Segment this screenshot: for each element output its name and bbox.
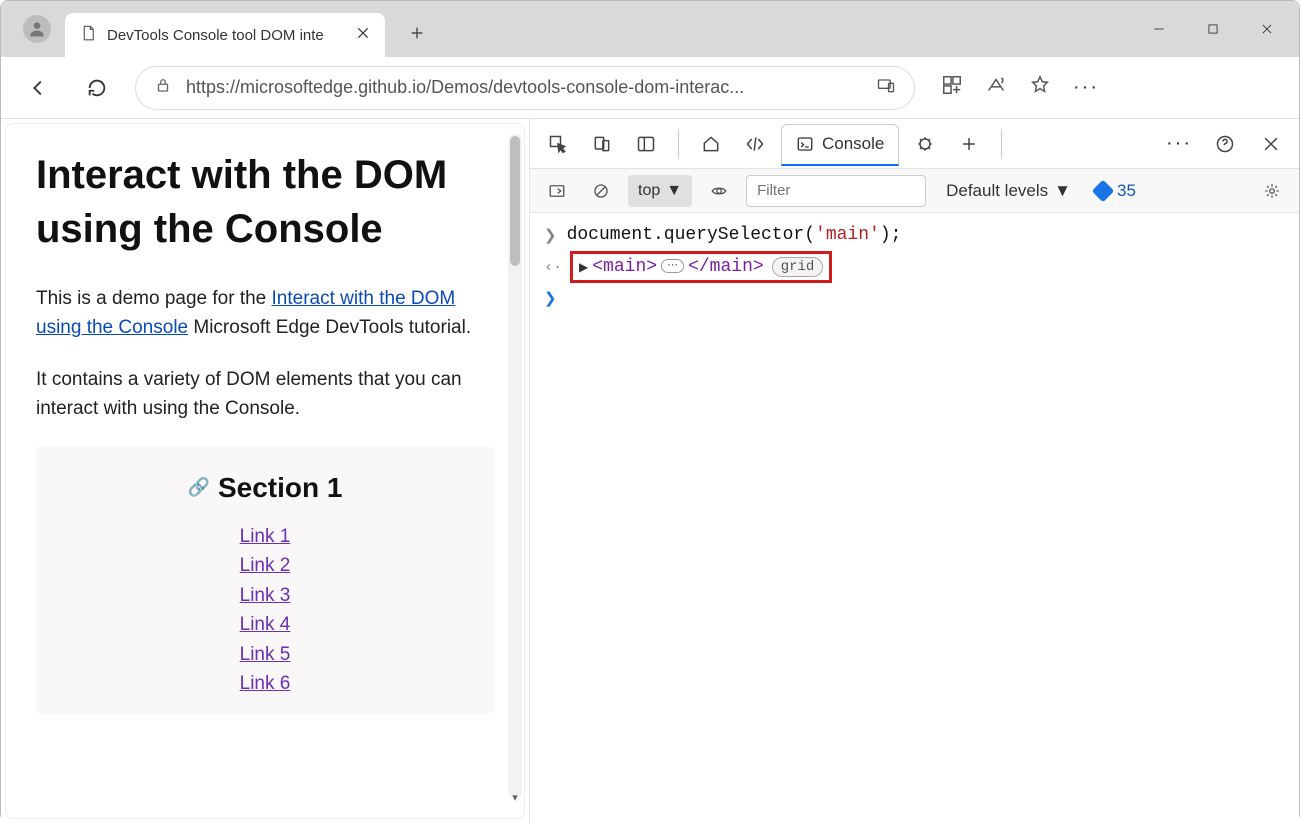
link-list: Link 1 Link 2 Link 3 Link 4 Link 5 Link … <box>76 522 454 699</box>
ellipsis-pill[interactable]: ⋯ <box>661 259 684 273</box>
tab-title: DevTools Console tool DOM inte <box>107 27 345 44</box>
context-label: top <box>638 182 660 200</box>
device-icon[interactable] <box>876 75 896 100</box>
profile-avatar[interactable] <box>23 15 51 43</box>
code-text: document.querySelector('main'); <box>567 225 902 245</box>
scroll-down-arrow[interactable]: ▾ <box>508 790 522 804</box>
devtools-tabbar: Console ··· <box>530 119 1299 169</box>
dock-side-button[interactable] <box>628 126 664 162</box>
devtools-panel: Console ··· top ▼ Default levels ▼ <box>529 119 1299 823</box>
issues-tab[interactable] <box>907 126 943 162</box>
console-messages[interactable]: ❯ document.querySelector('main'); ‹· ▶ <… <box>530 213 1299 320</box>
minimize-button[interactable] <box>1147 17 1171 41</box>
address-input[interactable]: https://microsoftedge.github.io/Demos/de… <box>135 66 915 110</box>
chevron-down-icon: ▼ <box>666 182 682 200</box>
levels-label: Default levels <box>946 181 1048 201</box>
console-tab[interactable]: Console <box>781 124 899 166</box>
device-toggle-button[interactable] <box>584 126 620 162</box>
lock-icon <box>154 76 172 99</box>
new-tab-button[interactable] <box>395 13 439 57</box>
chevron-down-icon: ▼ <box>1054 181 1071 201</box>
output-chevron-icon: ‹· <box>544 259 562 276</box>
section-heading: 🔗 Section 1 <box>188 472 343 504</box>
collections-icon[interactable] <box>941 74 963 101</box>
maximize-button[interactable] <box>1201 17 1225 41</box>
read-aloud-icon[interactable] <box>985 74 1007 101</box>
favorite-icon[interactable] <box>1029 74 1051 101</box>
issues-badge[interactable]: 35 <box>1095 181 1136 201</box>
intro-text-before: This is a demo page for the <box>36 288 272 309</box>
close-window-button[interactable] <box>1255 17 1279 41</box>
settings-menu-button[interactable]: ··· <box>1073 76 1099 99</box>
log-levels-select[interactable]: Default levels ▼ <box>946 181 1071 201</box>
window-controls <box>1147 17 1279 41</box>
highlighted-result[interactable]: ▶ <main> ⋯ </main> grid <box>570 251 832 283</box>
toggle-sidebar-button[interactable] <box>540 174 574 208</box>
list-link[interactable]: Link 3 <box>76 581 454 610</box>
input-chevron-icon: ❯ <box>544 226 557 245</box>
anchor-icon: 🔗 <box>188 477 210 498</box>
page-heading: Interact with the DOM using the Console <box>36 148 494 256</box>
refresh-button[interactable] <box>77 68 117 108</box>
clear-console-button[interactable] <box>584 174 618 208</box>
list-link[interactable]: Link 1 <box>76 522 454 551</box>
execution-context-select[interactable]: top ▼ <box>628 175 692 207</box>
plus-icon <box>409 25 425 46</box>
scrollbar[interactable]: ▾ <box>508 134 522 798</box>
prompt-chevron-icon: ❯ <box>544 289 557 308</box>
console-toolbar: top ▼ Default levels ▼ 35 <box>530 169 1299 213</box>
tag-open: <main> <box>592 257 657 277</box>
help-button[interactable] <box>1207 126 1243 162</box>
section-title-text: Section 1 <box>218 472 342 504</box>
browser-titlebar: DevTools Console tool DOM inte <box>1 1 1299 57</box>
welcome-tab[interactable] <box>693 126 729 162</box>
console-result-row: ‹· ▶ <main> ⋯ </main> grid <box>544 249 1285 285</box>
devtools-close-button[interactable] <box>1253 126 1289 162</box>
page-icon <box>79 24 97 47</box>
section-card: 🔗 Section 1 Link 1 Link 2 Link 3 Link 4 L… <box>36 446 494 715</box>
list-link[interactable]: Link 6 <box>76 669 454 698</box>
elements-tab[interactable] <box>737 126 773 162</box>
more-tabs-button[interactable] <box>951 126 987 162</box>
console-input-echo: ❯ document.querySelector('main'); <box>544 221 1285 249</box>
browser-tab[interactable]: DevTools Console tool DOM inte <box>65 13 385 57</box>
inspect-element-button[interactable] <box>540 126 576 162</box>
intro-text-after: Microsoft Edge DevTools tutorial. <box>188 317 471 338</box>
console-prompt[interactable]: ❯ <box>544 285 1285 312</box>
paragraph-2: It contains a variety of DOM elements th… <box>36 365 494 424</box>
intro-paragraph: This is a demo page for the Interact wit… <box>36 284 494 343</box>
list-link[interactable]: Link 4 <box>76 610 454 639</box>
issue-count: 35 <box>1117 181 1136 201</box>
console-tab-label: Console <box>822 134 884 154</box>
grid-badge[interactable]: grid <box>772 257 824 277</box>
list-link[interactable]: Link 2 <box>76 551 454 580</box>
list-link[interactable]: Link 5 <box>76 640 454 669</box>
live-expression-button[interactable] <box>702 174 736 208</box>
tab-close-button[interactable] <box>355 25 371 46</box>
scrollbar-thumb[interactable] <box>510 136 520 266</box>
tag-close: </main> <box>688 257 764 277</box>
issue-icon <box>1092 179 1115 202</box>
page-viewport[interactable]: Interact with the DOM using the Console … <box>5 123 525 819</box>
expand-triangle-icon[interactable]: ▶ <box>579 260 588 275</box>
back-button[interactable] <box>19 68 59 108</box>
url-text: https://microsoftedge.github.io/Demos/de… <box>186 77 862 98</box>
filter-input[interactable] <box>746 175 926 207</box>
console-settings-button[interactable] <box>1255 174 1289 208</box>
address-bar: https://microsoftedge.github.io/Demos/de… <box>1 57 1299 119</box>
devtools-menu-button[interactable]: ··· <box>1161 126 1197 162</box>
